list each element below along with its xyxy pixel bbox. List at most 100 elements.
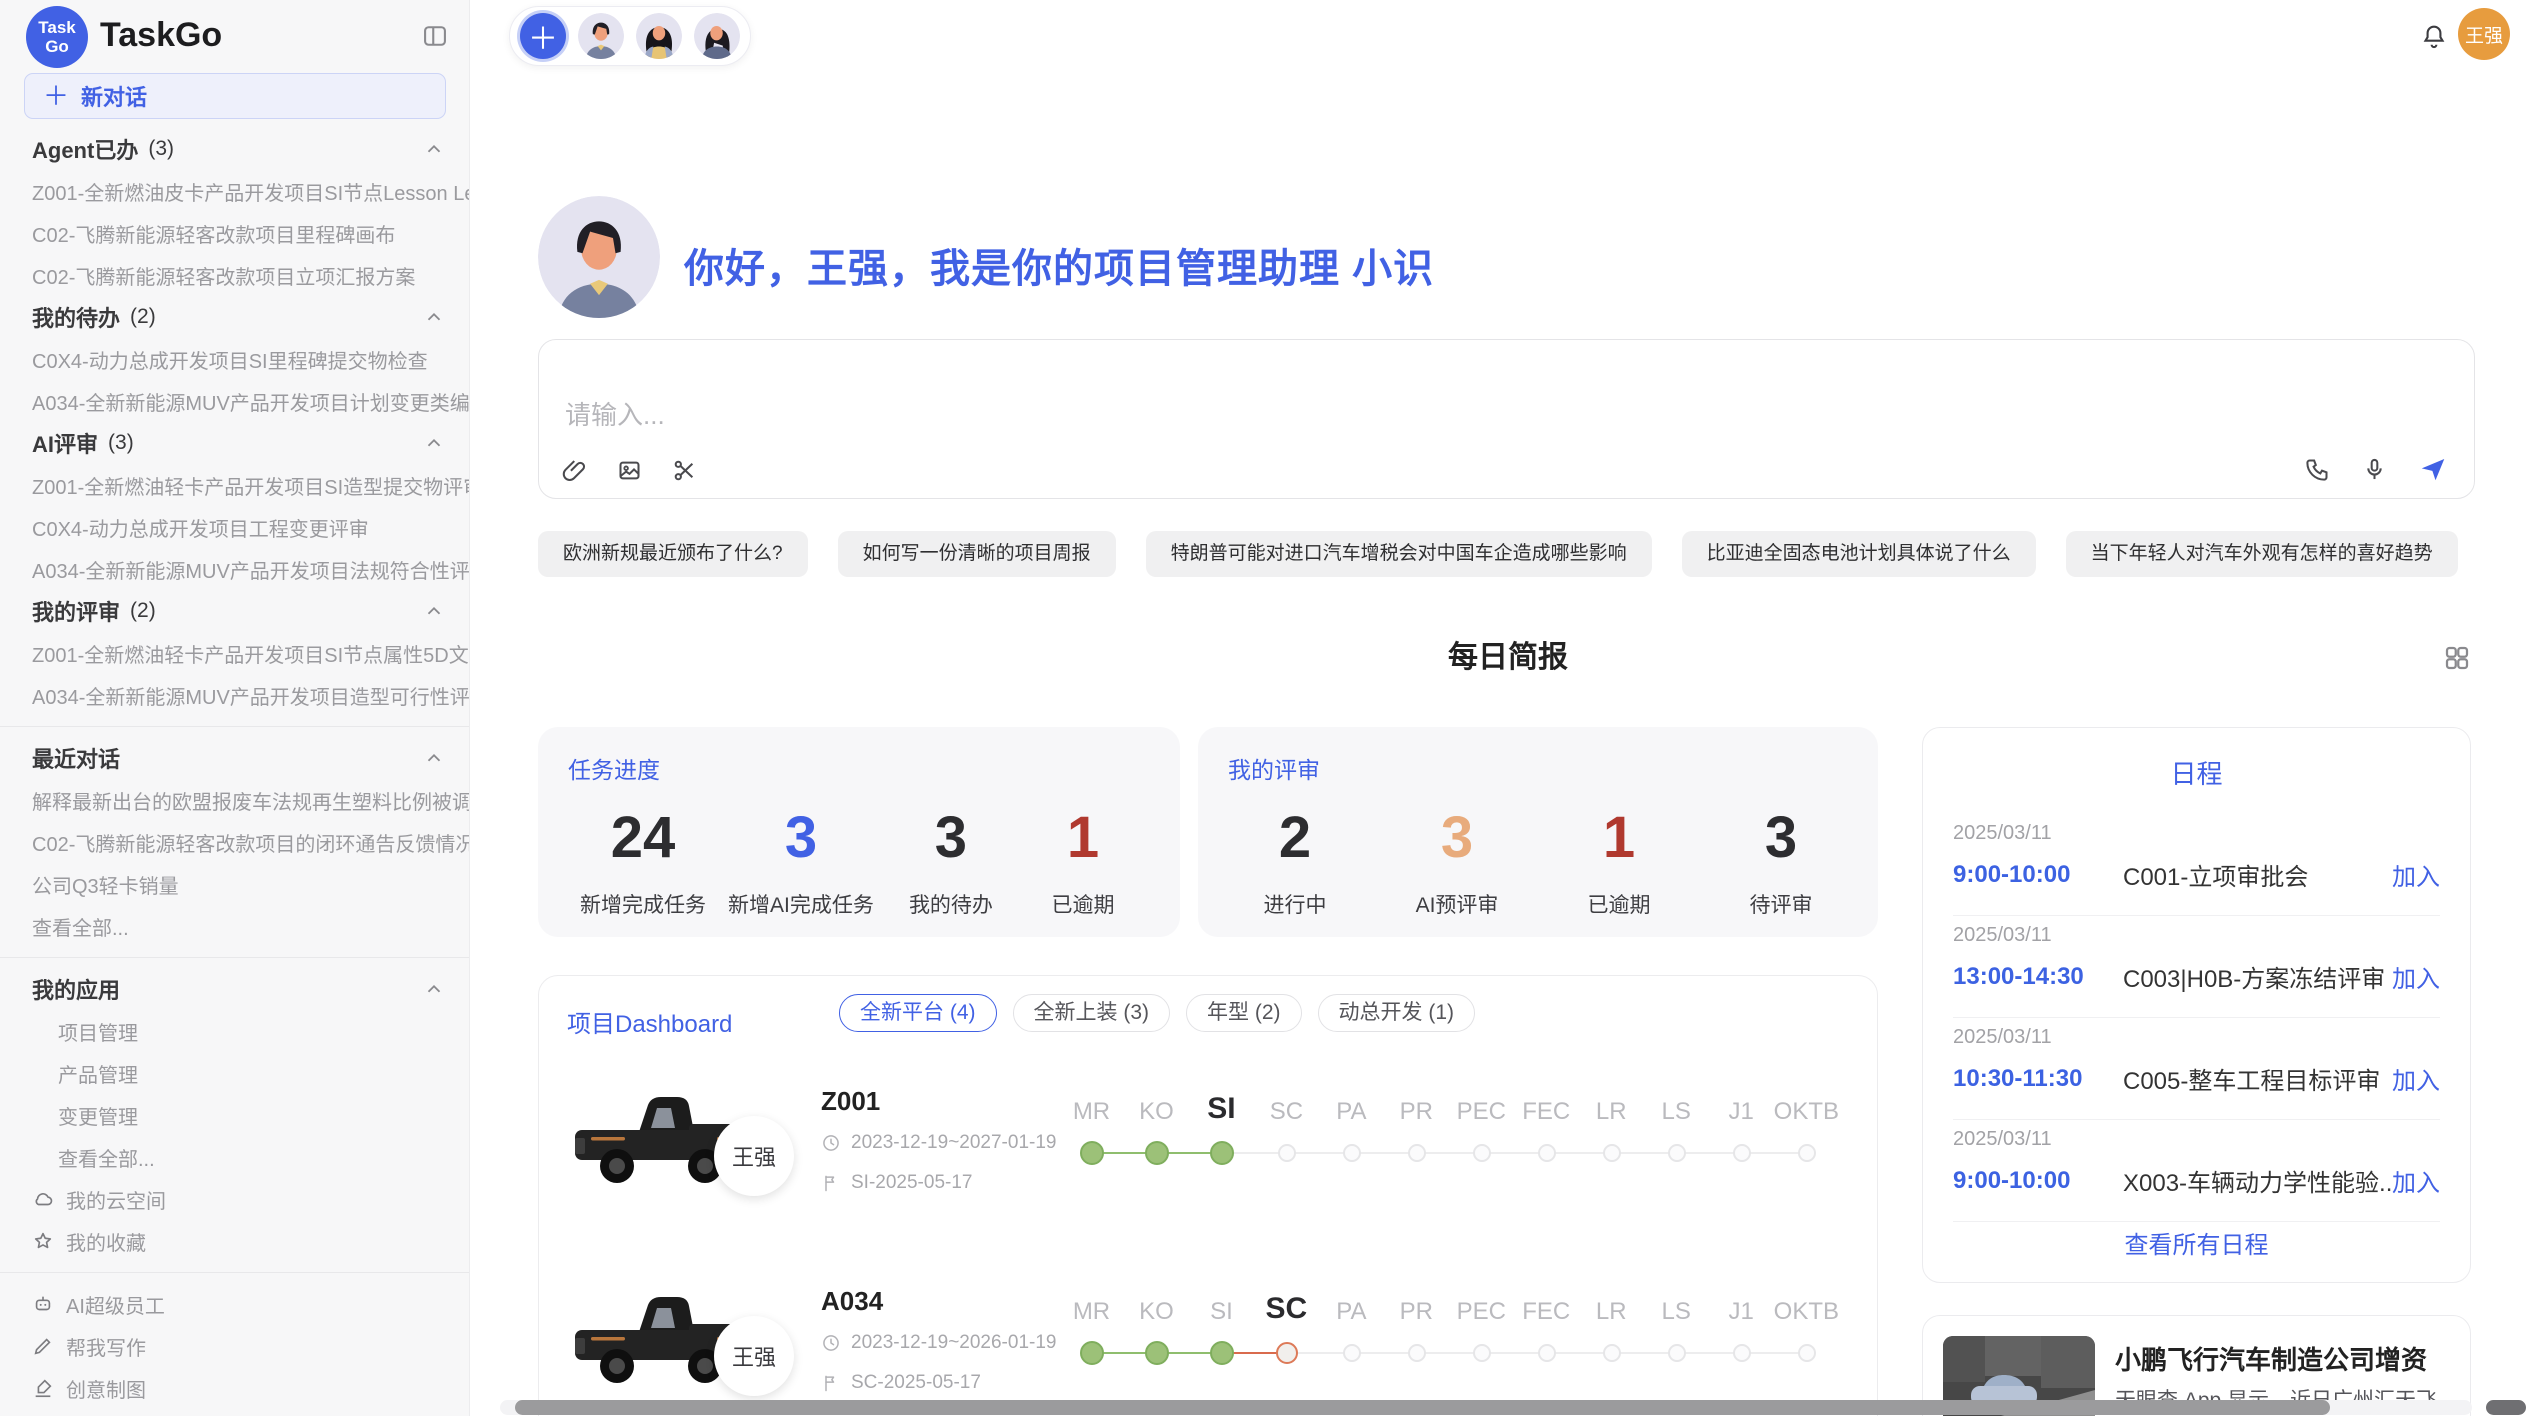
news-title: 小鹏飞行汽车制造公司增资 <box>2115 1340 2427 1377</box>
suggestion-chip[interactable]: 欧洲新规最近颁布了什么? <box>538 531 808 577</box>
section-title: 我的待办 <box>32 301 120 333</box>
milestone-label: KO <box>1139 1298 1174 1326</box>
view-all-link[interactable]: 查看全部... <box>0 905 469 947</box>
robot-icon <box>32 1293 54 1315</box>
schedule-time: 13:00-14:30 <box>1953 963 2123 991</box>
list-item[interactable]: C02-飞腾新能源轻客改款项目里程碑画布 <box>0 212 469 254</box>
section-agent-done[interactable]: Agent已办 (3) <box>0 128 469 170</box>
metric: 1已逾期 <box>1564 803 1674 919</box>
horizontal-scrollbar[interactable] <box>500 1400 2472 1415</box>
add-session-button[interactable]: ＋ <box>520 13 566 59</box>
section-ai-review[interactable]: AI评审 (3) <box>0 422 469 464</box>
join-link[interactable]: 加入 <box>2392 857 2440 892</box>
metric: 3AI预评审 <box>1402 803 1512 919</box>
milestone-label: FEC <box>1522 1098 1570 1126</box>
sidebar-item-product-mgmt[interactable]: 产品管理 <box>0 1052 469 1094</box>
phone-icon[interactable] <box>2304 456 2331 483</box>
sidebar-item-ai-employee[interactable]: AI超级员工 <box>0 1283 469 1325</box>
milestone-label: MR <box>1073 1098 1110 1126</box>
sidebar-item-creative-draw[interactable]: 创意制图 <box>0 1367 469 1409</box>
list-item[interactable]: C02-飞腾新能源轻客改款项目立项汇报方案 <box>0 254 469 296</box>
sidebar-item-project-mgmt[interactable]: 项目管理 <box>0 1010 469 1052</box>
sidebar-item-label: 我的收藏 <box>66 1227 146 1256</box>
sidebar-item-label: 我的云空间 <box>66 1185 166 1214</box>
suggestion-chip[interactable]: 如何写一份清晰的项目周报 <box>838 531 1116 577</box>
schedule-item: 2025/03/11 9:00-10:00 C001-立项审批会 加入 <box>1953 814 2440 916</box>
metric: 1已逾期 <box>1028 803 1138 919</box>
tab-model-year[interactable]: 年型 (2) <box>1186 994 1302 1032</box>
dashboard-tabs: 全新平台 (4) 全新上装 (3) 年型 (2) 动总开发 (1) <box>839 994 1475 1032</box>
milestone-dot <box>1408 1144 1426 1162</box>
project-row[interactable]: 王强 A034 2023-12-19~2026-01-19 SC-2025-05… <box>539 1276 1879 1416</box>
list-item[interactable]: C02-飞腾新能源轻客改款项目的闭环通告反馈情况 <box>0 821 469 863</box>
task-progress-card: 任务进度 24新增完成任务 3新增AI完成任务 3我的待办 1已逾期 <box>538 727 1180 937</box>
attachment-icon[interactable] <box>561 457 588 484</box>
section-recent-chats[interactable]: 最近对话 <box>0 737 469 779</box>
list-item[interactable]: 解释最新出台的欧盟报废车法规再生塑料比例被调至15%... <box>0 779 469 821</box>
list-item[interactable]: 公司Q3轻卡销量 <box>0 863 469 905</box>
milestone-dot-done <box>1210 1141 1234 1165</box>
sidebar-item-label: 创意制图 <box>66 1374 146 1403</box>
tab-new-body[interactable]: 全新上装 (3) <box>1013 994 1171 1032</box>
card-title: 我的评审 <box>1228 751 1848 785</box>
suggestion-chips: 欧洲新规最近颁布了什么? 如何写一份清晰的项目周报 特朗普可能对进口汽车增税会对… <box>538 531 2478 577</box>
sidebar-item-help-write[interactable]: 帮我写作 <box>0 1325 469 1367</box>
suggestion-chip[interactable]: 比亚迪全固态电池计划具体说了什么 <box>1682 531 2036 577</box>
scrollbar-thumb[interactable] <box>515 1400 2330 1415</box>
divider <box>0 957 469 958</box>
section-my-review[interactable]: 我的评审 (2) <box>0 590 469 632</box>
join-link[interactable]: 加入 <box>2392 1163 2440 1198</box>
scissors-icon[interactable] <box>671 457 698 484</box>
section-title: AI评审 <box>32 427 98 459</box>
list-item[interactable]: Z001-全新燃油皮卡产品开发项目SI节点Lesson Learn报告 <box>0 170 469 212</box>
avatar[interactable] <box>636 13 682 59</box>
project-row[interactable]: 王强 Z001 2023-12-19~2027-01-19 SI-2025-05… <box>539 1076 1879 1266</box>
avatar[interactable] <box>578 13 624 59</box>
image-icon[interactable] <box>616 457 643 484</box>
view-all-link[interactable]: 查看全部... <box>0 1136 469 1178</box>
card-title: 任务进度 <box>568 751 1150 785</box>
tab-powertrain[interactable]: 动总开发 (1) <box>1318 994 1476 1032</box>
section-my-todo[interactable]: 我的待办 (2) <box>0 296 469 338</box>
clock-icon <box>821 1333 841 1353</box>
project-dashboard-card: 项目Dashboard 全新平台 (4) 全新上装 (3) 年型 (2) 动总开… <box>538 975 1878 1416</box>
view-all-schedule-link[interactable]: 查看所有日程 <box>1923 1225 2470 1260</box>
list-item[interactable]: A034-全新新能源MUV产品开发项目法规符合性评审 <box>0 548 469 590</box>
section-my-apps[interactable]: 我的应用 <box>0 968 469 1010</box>
chat-input[interactable] <box>565 400 1765 431</box>
milestone-label: LR <box>1596 1298 1627 1326</box>
join-link[interactable]: 加入 <box>2392 1061 2440 1096</box>
list-item[interactable]: C0X4-动力总成开发项目工程变更评审 <box>0 506 469 548</box>
collapse-sidebar-icon[interactable] <box>421 22 449 50</box>
project-dates: 2023-12-19~2026-01-19 <box>851 1332 1056 1354</box>
list-item[interactable]: Z001-全新燃油轻卡产品开发项目SI造型提交物评审 <box>0 464 469 506</box>
join-link[interactable]: 加入 <box>2392 959 2440 994</box>
milestone-dot <box>1538 1144 1556 1162</box>
list-item[interactable]: Z001-全新燃油轻卡产品开发项目SI节点属性5D文件评审 <box>0 632 469 674</box>
owner-badge: 王强 <box>714 1316 794 1396</box>
notification-bell-icon[interactable] <box>2420 22 2448 50</box>
list-item[interactable]: A034-全新新能源MUV产品开发项目计划变更类编写 <box>0 380 469 422</box>
schedule-event-title: C005-整车工程目标评审 <box>2123 1061 2392 1096</box>
logo-line-1: Task <box>38 18 76 37</box>
milestone-label: PR <box>1400 1098 1433 1126</box>
list-item[interactable]: A034-全新新能源MUV产品开发项目造型可行性评审 <box>0 674 469 716</box>
mic-icon[interactable] <box>2361 456 2388 483</box>
send-icon[interactable] <box>2418 454 2448 484</box>
sidebar-item-cloud-space[interactable]: 我的云空间 <box>0 1178 469 1220</box>
sidebar-header: Task Go TaskGo <box>0 0 469 72</box>
avatar[interactable] <box>694 13 740 59</box>
scrollbar-corner[interactable] <box>2486 1400 2526 1415</box>
list-item[interactable]: C0X4-动力总成开发项目SI里程碑提交物检查 <box>0 338 469 380</box>
sidebar-item-change-mgmt[interactable]: 变更管理 <box>0 1094 469 1136</box>
layout-grid-icon[interactable] <box>2442 643 2472 673</box>
new-chat-button[interactable]: ＋ 新对话 <box>24 73 446 119</box>
owner-badge: 王强 <box>714 1116 794 1196</box>
divider <box>0 1272 469 1273</box>
sidebar-item-favorites[interactable]: 我的收藏 <box>0 1220 469 1262</box>
suggestion-chip[interactable]: 特朗普可能对进口汽车增税会对中国车企造成哪些影响 <box>1146 531 1652 577</box>
suggestion-chip[interactable]: 当下年轻人对汽车外观有怎样的喜好趋势 <box>2066 531 2458 577</box>
user-avatar[interactable]: 王强 <box>2458 8 2510 60</box>
logo-line-2: Go <box>45 37 69 56</box>
tab-new-platform[interactable]: 全新平台 (4) <box>839 994 997 1032</box>
